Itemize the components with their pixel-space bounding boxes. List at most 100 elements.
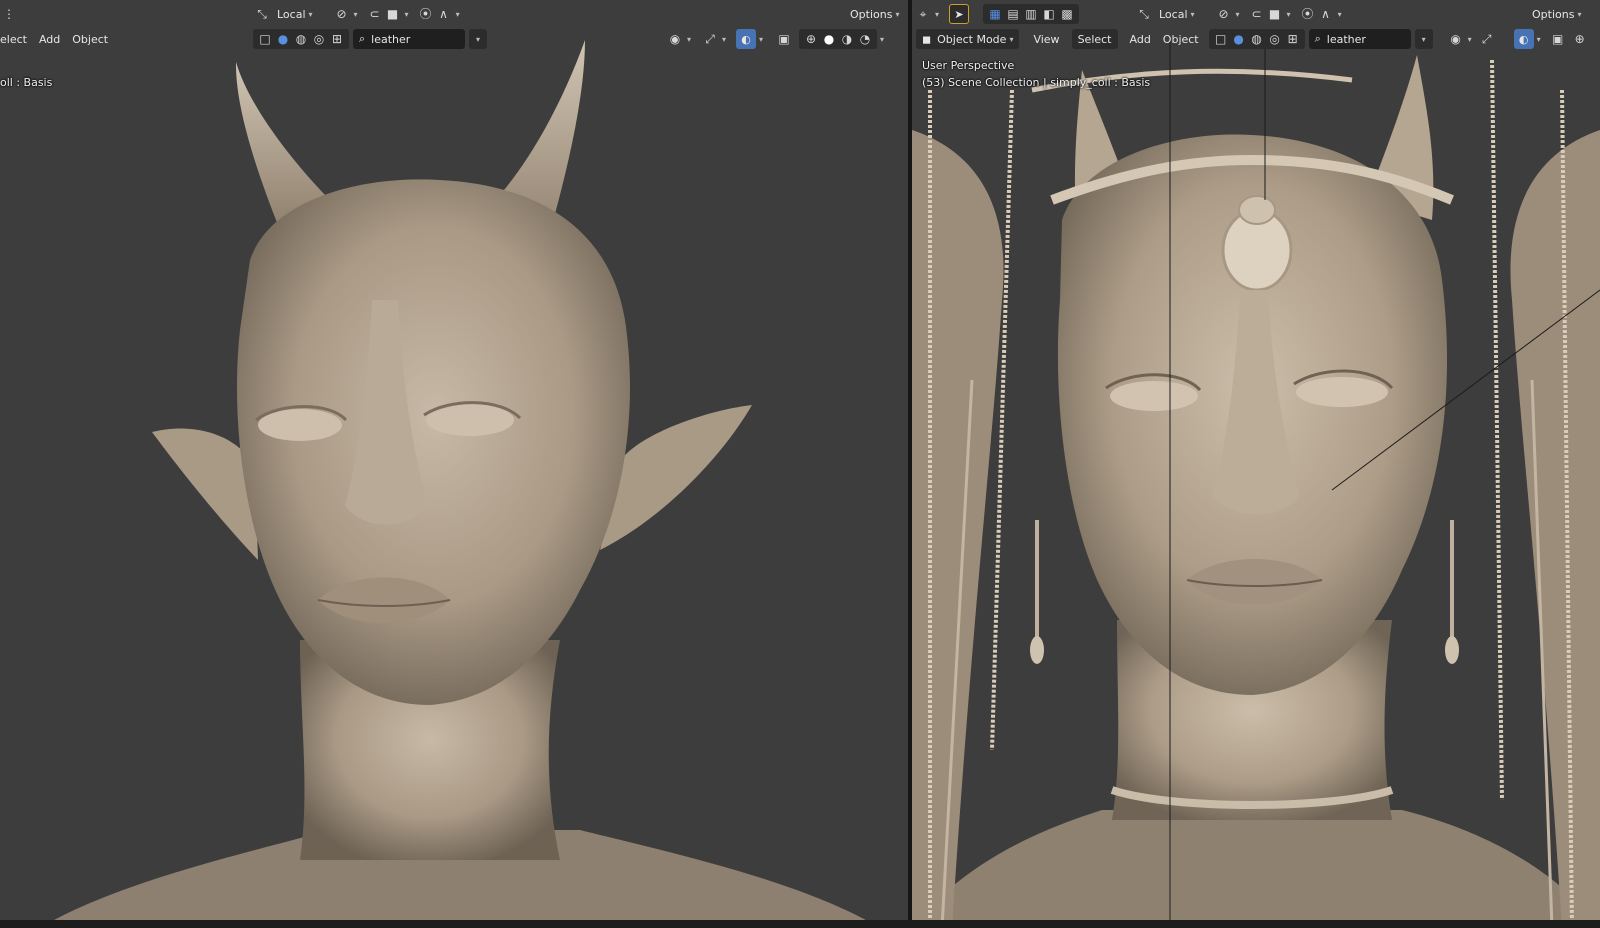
mode-dropdown[interactable]: ◼ Object Mode ▾ — [916, 29, 1020, 49]
chevron-down-icon: ▾ — [1536, 34, 1541, 44]
transform-orientation-dropdown[interactable]: Local ▾ — [1153, 4, 1201, 24]
select-mode-group: □ ● ◍ ◎ ⊞ — [253, 29, 349, 49]
select-subtract-icon[interactable]: ▥ — [1022, 4, 1040, 24]
wireframe-icon[interactable]: ⊕ — [802, 29, 820, 49]
falloff-icon[interactable]: ∧ — [1317, 4, 1335, 24]
snap-target-icon[interactable]: ■ — [1266, 4, 1284, 24]
chevron-down-icon: ▾ — [455, 9, 460, 19]
overlays-icon: ◐ — [741, 32, 751, 46]
snap-target-icon[interactable]: ■ — [384, 4, 402, 24]
object-mode-icon: ◼ — [922, 32, 932, 46]
add-menu[interactable]: Add — [33, 29, 66, 49]
search-field[interactable]: ⌕ leather — [353, 29, 465, 49]
render-shading-icon[interactable]: ◎ — [1266, 29, 1284, 49]
render-shading-icon[interactable]: ◎ — [310, 29, 328, 49]
snap-icon[interactable]: ⊂ — [366, 4, 384, 24]
view-perspective-label: User Perspective — [922, 59, 1015, 72]
chevron-down-icon: ▾ — [353, 9, 358, 19]
add-menu[interactable]: Add — [1124, 29, 1157, 49]
chevron-down-icon: ▾ — [687, 34, 692, 44]
shading-group: ⊕ ● ◑ ◔ — [799, 29, 878, 49]
pivot-point-icon[interactable]: ⊘ — [333, 4, 351, 24]
chevron-down-icon: ▾ — [1421, 34, 1426, 44]
solid-shading-icon[interactable]: ● — [1230, 29, 1248, 49]
left-sculpt-render — [40, 40, 880, 928]
chevron-down-icon: ▾ — [404, 9, 409, 19]
render-region-icon[interactable]: ⊞ — [328, 29, 346, 49]
transform-orientation-dropdown[interactable]: Local ▾ — [271, 4, 319, 24]
select-menu[interactable]: Select — [1071, 29, 1118, 49]
chevron-down-icon: ▾ — [1190, 9, 1195, 19]
select-tool-button[interactable]: ➤ — [949, 4, 970, 24]
search-field[interactable]: ⌕ leather — [1308, 29, 1411, 49]
material-shading-icon[interactable]: ◍ — [1248, 29, 1266, 49]
left-overlay-info: oll : Basis — [0, 76, 53, 89]
xray-icon[interactable]: ▣ — [1549, 29, 1567, 49]
wireframe-icon[interactable]: ⊕ — [1571, 29, 1589, 49]
box-select-icon[interactable]: □ — [256, 29, 274, 49]
search-icon: ⌕ — [1314, 32, 1321, 45]
chevron-down-icon: ▾ — [1577, 9, 1582, 19]
left-header-menu: elect Add Object □ ● ◍ ◎ ⊞ ⌕ leather ▾ ◉… — [0, 27, 908, 51]
options-dropdown[interactable]: Options ▾ — [844, 4, 905, 24]
chevron-down-icon: ▾ — [935, 9, 940, 19]
proportional-edit-icon[interactable]: ⦿ — [1299, 4, 1317, 24]
gizmo-icon[interactable]: ⤢ — [701, 29, 719, 49]
chevron-down-icon: ▾ — [1337, 9, 1342, 19]
overlays-toggle[interactable]: ◐ — [736, 29, 757, 49]
snap-icon[interactable]: ⊂ — [1248, 4, 1266, 24]
select-new-icon[interactable]: ▦ — [986, 4, 1004, 24]
options-dropdown[interactable]: Options ▾ — [1526, 4, 1587, 24]
left-3d-viewport[interactable]: ⋮ ⤡ Local ▾ ⊘ ▾ ⊂ ■ ▾ ⦿ ∧ ▾ Options ▾ elec… — [0, 0, 908, 928]
overlays-toggle[interactable]: ◐ — [1513, 29, 1534, 49]
chevron-down-icon: ▾ — [895, 9, 900, 19]
visibility-icon[interactable]: ◉ — [666, 29, 684, 49]
selection-mode-group: ▦ ▤ ▥ ◧ ▩ — [983, 4, 1080, 24]
view-menu[interactable]: View — [1027, 29, 1065, 49]
rendered-icon[interactable]: ◔ — [856, 29, 874, 49]
object-menu[interactable]: Object — [1157, 29, 1205, 49]
chevron-down-icon: ▾ — [475, 34, 480, 44]
select-invert-icon[interactable]: ◧ — [1040, 4, 1058, 24]
transform-orientation-icon: ⤡ — [257, 7, 267, 21]
proportional-edit-icon[interactable]: ⦿ — [417, 4, 435, 24]
right-3d-viewport[interactable]: ⌖ ▾ ➤ ▦ ▤ ▥ ◧ ▩ ⤡ Local ▾ ⊘ ▾ ⊂ ■ ▾ ⦿ ∧ ▾… — [912, 0, 1600, 928]
falloff-icon[interactable]: ∧ — [435, 4, 453, 24]
material-shading-icon[interactable]: ◍ — [292, 29, 310, 49]
editor-type-icon[interactable]: ⌖ — [914, 4, 932, 24]
bottom-edge — [0, 920, 1600, 928]
right-sculpt-render — [912, 40, 1600, 928]
box-select-icon[interactable]: □ — [1212, 29, 1230, 49]
overlays-icon: ◐ — [1518, 32, 1529, 46]
chevron-down-icon: ▾ — [759, 34, 764, 44]
material-icon[interactable]: ◑ — [838, 29, 856, 49]
scene-collection-label: (53) Scene Collection | simply_coll : Ba… — [922, 76, 1151, 89]
right-header-tools: ⌖ ▾ ➤ ▦ ▤ ▥ ◧ ▩ ⤡ Local ▾ ⊘ ▾ ⊂ ■ ▾ ⦿ ∧ ▾… — [912, 2, 1600, 26]
chevron-down-icon: ▾ — [1286, 9, 1291, 19]
gizmo-icon[interactable]: ⤢ — [1478, 29, 1496, 49]
search-dropdown-button[interactable]: ▾ — [469, 29, 487, 49]
chevron-down-icon: ▾ — [722, 34, 727, 44]
solid-icon[interactable]: ● — [820, 29, 838, 49]
left-header-tools: ⋮ ⤡ Local ▾ ⊘ ▾ ⊂ ■ ▾ ⦿ ∧ ▾ Options ▾ — [0, 2, 908, 26]
chevron-down-icon: ▾ — [1467, 34, 1472, 44]
chevron-down-icon: ▾ — [1235, 9, 1240, 19]
select-extend-icon[interactable]: ▤ — [1004, 4, 1022, 24]
render-region-icon[interactable]: ⊞ — [1284, 29, 1302, 49]
select-intersect-icon[interactable]: ▩ — [1058, 4, 1076, 24]
cursor-icon: ➤ — [954, 7, 964, 21]
select-mode-group: □ ● ◍ ◎ ⊞ — [1208, 29, 1305, 49]
chevron-down-icon: ▾ — [1009, 34, 1014, 44]
chevron-down-icon: ▾ — [308, 9, 313, 19]
solid-shading-icon[interactable]: ● — [274, 29, 292, 49]
xray-icon[interactable]: ▣ — [775, 29, 793, 49]
right-header-menu: ◼ Object Mode ▾ View Select Add Object □ … — [912, 27, 1600, 51]
select-menu[interactable]: elect — [0, 29, 33, 49]
search-dropdown-button[interactable]: ▾ — [1414, 29, 1433, 49]
pivot-point-icon[interactable]: ⊘ — [1215, 4, 1233, 24]
search-icon: ⌕ — [359, 32, 366, 45]
visibility-icon[interactable]: ◉ — [1447, 29, 1465, 49]
editor-type-icon[interactable]: ⋮ — [0, 4, 18, 24]
transform-orientation-icon: ⤡ — [1139, 7, 1149, 21]
object-menu[interactable]: Object — [66, 29, 114, 49]
